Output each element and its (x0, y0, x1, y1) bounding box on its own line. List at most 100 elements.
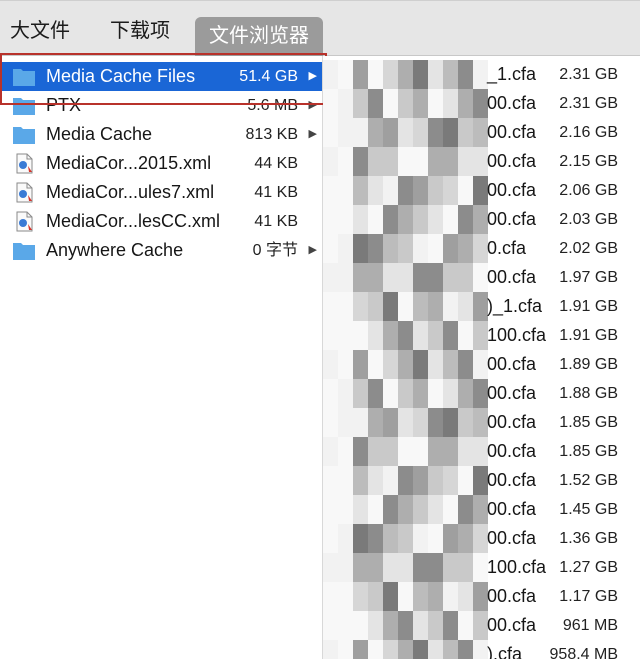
item-name: Anywhere Cache (46, 240, 184, 260)
xml-file-icon (12, 211, 36, 232)
file-size: 2.31 GB (559, 66, 618, 83)
pixelated-filename-mask (323, 437, 488, 466)
item-size: 44 KB (254, 155, 298, 172)
pixelated-filename-mask (323, 553, 488, 582)
file-size: 958.4 MB (549, 646, 618, 659)
file-list-item[interactable]: _1.cfa 2.31 GB (323, 60, 640, 89)
pixelated-filename-mask (323, 495, 488, 524)
file-list-item[interactable]: 00.cfa 1.52 GB (323, 466, 640, 495)
folder-list-item[interactable]: Anywhere Cache 0 字节 ▶ (0, 236, 322, 265)
pixelated-filename-mask (323, 176, 488, 205)
file-list-item[interactable]: 00.cfa 2.06 GB (323, 176, 640, 205)
file-list-item[interactable]: 00.cfa 1.89 GB (323, 350, 640, 379)
file-list-item[interactable]: 100.cfa 1.91 GB (323, 321, 640, 350)
file-size: 1.85 GB (559, 443, 618, 460)
pixelated-filename-mask (323, 118, 488, 147)
pixelated-filename-mask (323, 234, 488, 263)
folder-icon (12, 240, 36, 261)
file-list-item[interactable]: 00.cfa 2.16 GB (323, 118, 640, 147)
file-list-item[interactable]: )_1.cfa 1.91 GB (323, 292, 640, 321)
file-name-suffix: ).cfa (487, 644, 523, 659)
folder-list-panel: Media Cache Files 51.4 GB ▶ PTX 5.6 MB ▶ Med… (0, 56, 323, 659)
item-size: 41 KB (254, 184, 298, 201)
item-size: 41 KB (254, 213, 298, 230)
file-name-suffix: 00.cfa (487, 586, 537, 606)
pixelated-filename-mask (323, 292, 488, 321)
pixelated-filename-mask (323, 89, 488, 118)
file-name-suffix: 00.cfa (487, 412, 537, 432)
file-size: 1.88 GB (559, 385, 618, 402)
file-name-suffix: 00.cfa (487, 354, 537, 374)
file-name-suffix: 0.cfa (487, 238, 527, 258)
file-name-suffix: )_1.cfa (487, 296, 543, 316)
file-name-suffix: 00.cfa (487, 209, 537, 229)
file-list-item[interactable]: 00.cfa 1.17 GB (323, 582, 640, 611)
pixelated-filename-mask (323, 524, 488, 553)
file-size: 2.06 GB (559, 182, 618, 199)
file-list-item[interactable]: 00.cfa 961 MB (323, 611, 640, 640)
file-list-item[interactable]: 00.cfa 1.36 GB (323, 524, 640, 553)
file-list-item[interactable]: 00.cfa 2.31 GB (323, 89, 640, 118)
file-list-item[interactable]: 100.cfa 1.27 GB (323, 553, 640, 582)
file-list-item[interactable]: ).cfa 958.4 MB (323, 640, 640, 659)
file-name-suffix: 00.cfa (487, 180, 537, 200)
pixelated-filename-mask (323, 60, 488, 89)
pixelated-filename-mask (323, 466, 488, 495)
file-size: 1.45 GB (559, 501, 618, 518)
file-name-suffix: 00.cfa (487, 441, 537, 461)
folder-list-item[interactable]: MediaCor...2015.xml 44 KB (0, 149, 322, 178)
file-list-item[interactable]: 00.cfa 1.45 GB (323, 495, 640, 524)
item-name: MediaCor...2015.xml (46, 153, 212, 173)
file-size: 2.16 GB (559, 124, 618, 141)
file-size: 961 MB (562, 617, 618, 634)
folder-list-item[interactable]: MediaCor...ules7.xml 41 KB (0, 178, 322, 207)
pixelated-filename-mask (323, 408, 488, 437)
folder-list-item[interactable]: MediaCor...lesCC.xml 41 KB (0, 207, 322, 236)
tab-file-browser[interactable]: 文件浏览器 (195, 17, 323, 57)
file-size: 2.31 GB (559, 95, 618, 112)
file-name-suffix: 00.cfa (487, 499, 537, 519)
item-name: Media Cache (46, 124, 153, 144)
file-size: 1.97 GB (559, 269, 618, 286)
file-name-suffix: 00.cfa (487, 615, 537, 635)
pixelated-filename-mask (323, 379, 488, 408)
file-size: 1.91 GB (559, 327, 618, 344)
tab-large-files[interactable]: 大文件 (10, 11, 70, 51)
selection-highlight-box (0, 53, 327, 105)
file-list-item[interactable]: 00.cfa 1.85 GB (323, 437, 640, 466)
file-list-item[interactable]: 00.cfa 2.03 GB (323, 205, 640, 234)
file-list-item[interactable]: 0.cfa 2.02 GB (323, 234, 640, 263)
tab-downloads[interactable]: 下载项 (110, 11, 170, 51)
xml-file-icon (12, 182, 36, 203)
tab-bar: 大文件 下载项 文件浏览器 (0, 0, 640, 57)
file-name-suffix: 00.cfa (487, 122, 537, 142)
file-size: 1.52 GB (559, 472, 618, 489)
expand-arrow-icon[interactable]: ▶ (309, 236, 317, 265)
file-list-item[interactable]: 00.cfa 1.88 GB (323, 379, 640, 408)
file-name-suffix: 00.cfa (487, 267, 537, 287)
file-size: 1.89 GB (559, 356, 618, 373)
file-list-item[interactable]: 00.cfa 1.97 GB (323, 263, 640, 292)
file-name-suffix: 00.cfa (487, 383, 537, 403)
pixelated-filename-mask (323, 582, 488, 611)
file-size: 2.15 GB (559, 153, 618, 170)
file-name-suffix: 100.cfa (487, 557, 547, 577)
file-list-item[interactable]: 00.cfa 2.15 GB (323, 147, 640, 176)
file-name-suffix: 100.cfa (487, 325, 547, 345)
file-size: 1.27 GB (559, 559, 618, 576)
expand-arrow-icon[interactable]: ▶ (309, 120, 317, 149)
pixelated-filename-mask (323, 263, 488, 292)
file-list-panel: _1.cfa 2.31 GB 00.cfa 2.31 GB 00.cfa 2.16 GB 0… (323, 56, 640, 659)
file-name-suffix: _1.cfa (487, 64, 537, 84)
pixelated-filename-mask (323, 611, 488, 640)
item-size: 813 KB (245, 126, 298, 143)
file-size: 1.36 GB (559, 530, 618, 547)
folder-icon (12, 124, 36, 145)
pixelated-filename-mask (323, 147, 488, 176)
pixelated-filename-mask (323, 205, 488, 234)
file-name-suffix: 00.cfa (487, 470, 537, 490)
folder-list-item[interactable]: Media Cache 813 KB ▶ (0, 120, 322, 149)
xml-file-icon (12, 153, 36, 174)
file-list-item[interactable]: 00.cfa 1.85 GB (323, 408, 640, 437)
file-name-suffix: 00.cfa (487, 93, 537, 113)
